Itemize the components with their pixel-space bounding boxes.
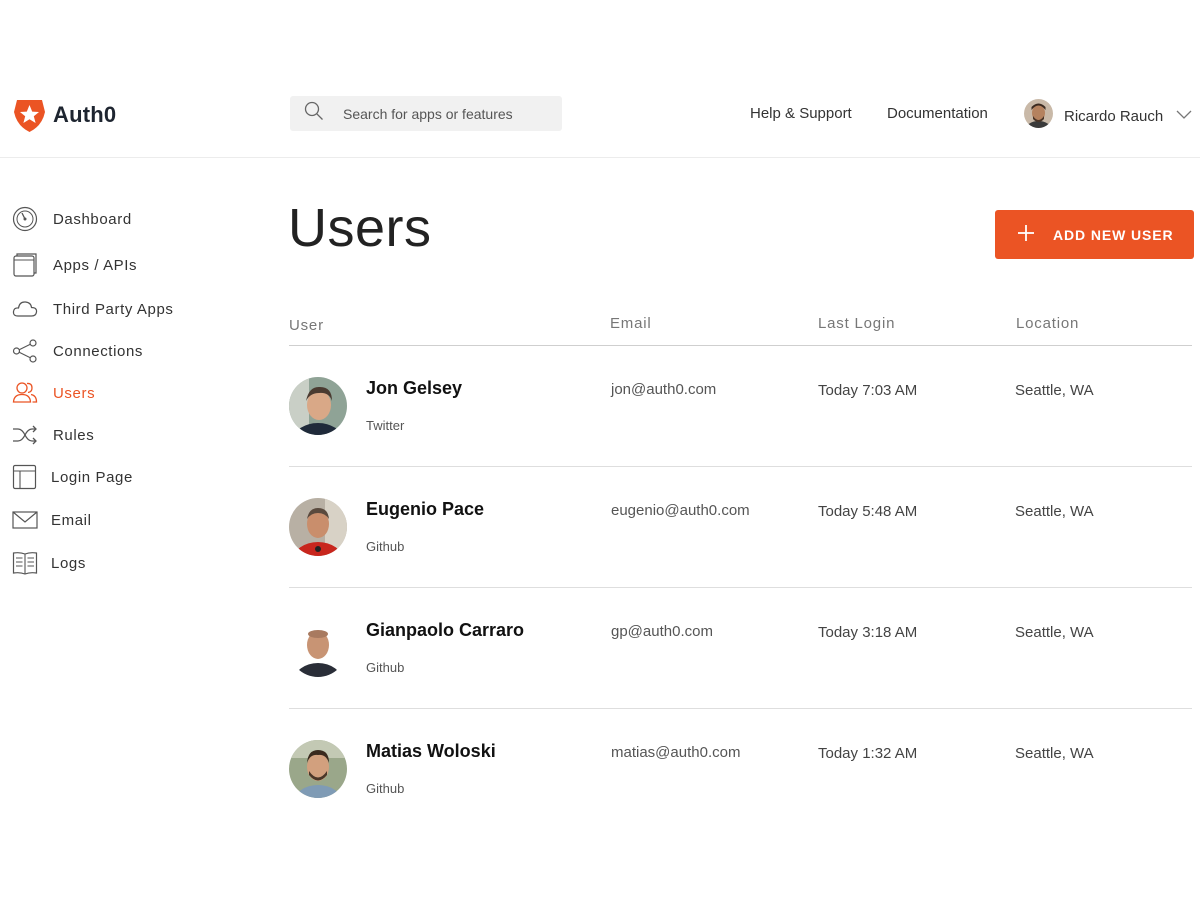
sidebar-item-label: Connections — [53, 342, 143, 360]
add-new-user-button[interactable]: ADD NEW USER — [995, 210, 1194, 259]
current-user-name: Ricardo Rauch — [1064, 107, 1164, 125]
table-row[interactable]: Matias Woloski Github matias@auth0.com T… — [289, 709, 1192, 830]
sidebar-item-label: Dashboard — [53, 210, 132, 228]
sidebar-item-label: Users — [53, 384, 96, 402]
sidebar-item-logs[interactable]: Logs — [12, 549, 86, 577]
envelope-icon — [12, 506, 40, 534]
user-menu[interactable]: Ricardo Rauch — [1024, 99, 1192, 133]
column-header-last-login[interactable]: Last Login — [818, 315, 895, 332]
sidebar-item-label: Apps / APIs — [53, 256, 138, 274]
user-last-login: Today 7:03 AM — [818, 382, 918, 399]
search-input[interactable] — [341, 104, 545, 123]
avatar — [289, 740, 347, 798]
table-row[interactable]: Eugenio Pace Github eugenio@auth0.com To… — [289, 467, 1192, 588]
column-header-user[interactable]: User — [289, 317, 324, 334]
sidebar-item-label: Logs — [51, 554, 86, 572]
user-email: jon@auth0.com — [611, 381, 717, 398]
user-name[interactable]: Gianpaolo Carraro — [366, 620, 524, 641]
table-row[interactable]: Jon Gelsey Twitter jon@auth0.com Today 7… — [289, 346, 1192, 467]
user-connection: Github — [366, 539, 405, 554]
user-email: matias@auth0.com — [611, 744, 741, 761]
sidebar-item-users[interactable]: Users — [12, 379, 95, 407]
sidebar-item-label: Rules — [53, 426, 95, 444]
sidebar-item-rules[interactable]: Rules — [12, 421, 94, 449]
top-bar: Auth0 Help & Support Documentation — [0, 0, 1200, 158]
sidebar-item-dashboard[interactable]: Dashboard — [12, 205, 132, 233]
user-location: Seattle, WA — [1015, 503, 1094, 520]
auth0-logo[interactable]: Auth0 — [13, 97, 116, 133]
page-title: Users — [288, 198, 432, 258]
avatar — [1024, 99, 1053, 133]
shuffle-icon — [12, 421, 40, 449]
add-new-user-label: ADD NEW USER — [1053, 226, 1174, 243]
avatar — [289, 498, 347, 556]
user-last-login: Today 3:18 AM — [818, 624, 918, 641]
user-name[interactable]: Eugenio Pace — [366, 499, 484, 520]
share-nodes-icon — [12, 337, 40, 365]
user-email: gp@auth0.com — [611, 623, 713, 640]
sidebar-item-label: Third Party Apps — [53, 300, 174, 318]
book-icon — [12, 549, 40, 577]
user-name[interactable]: Jon Gelsey — [366, 378, 462, 399]
user-location: Seattle, WA — [1015, 382, 1094, 399]
sidebar-item-connections[interactable]: Connections — [12, 337, 143, 365]
user-location: Seattle, WA — [1015, 624, 1094, 641]
user-name[interactable]: Matias Woloski — [366, 741, 496, 762]
speedometer-icon — [12, 205, 40, 233]
sidebar-item-login-page[interactable]: Login Page — [12, 463, 133, 491]
user-last-login: Today 1:32 AM — [818, 745, 918, 762]
cloud-icon — [12, 295, 40, 323]
windows-icon — [12, 251, 40, 279]
avatar — [289, 377, 347, 435]
sidebar-item-label: Login Page — [51, 468, 133, 486]
sidebar-item-third-party-apps[interactable]: Third Party Apps — [12, 295, 173, 323]
search-icon — [304, 101, 324, 126]
brand-name: Auth0 — [53, 102, 117, 127]
user-last-login: Today 5:48 AM — [818, 503, 918, 520]
plus-icon — [1017, 224, 1035, 245]
sidebar-item-email[interactable]: Email — [12, 506, 92, 534]
user-connection: Github — [366, 660, 405, 675]
search-bar[interactable] — [290, 96, 562, 131]
users-icon — [12, 379, 40, 407]
column-header-location[interactable]: Location — [1016, 315, 1079, 332]
auth0-shield-icon — [13, 97, 46, 133]
sidebar-item-apps-apis[interactable]: Apps / APIs — [12, 251, 137, 279]
avatar — [289, 619, 347, 677]
column-header-email[interactable]: Email — [610, 315, 652, 332]
help-support-link[interactable]: Help & Support — [750, 105, 852, 122]
chevron-down-icon — [1176, 107, 1192, 125]
user-location: Seattle, WA — [1015, 745, 1094, 762]
user-connection: Twitter — [366, 418, 405, 433]
table-row[interactable]: Gianpaolo Carraro Github gp@auth0.com To… — [289, 588, 1192, 709]
sidebar-item-label: Email — [51, 511, 92, 529]
layout-icon — [12, 463, 40, 491]
user-connection: Github — [366, 781, 405, 796]
user-email: eugenio@auth0.com — [611, 502, 750, 519]
documentation-link[interactable]: Documentation — [887, 105, 988, 122]
